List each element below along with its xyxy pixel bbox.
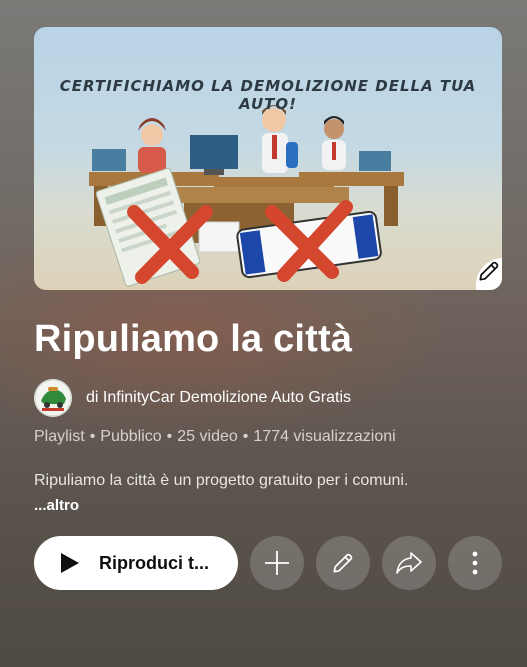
- more-vertical-icon: [472, 551, 478, 575]
- thumbnail-caption: CERTIFICHIAMO LA DEMOLIZIONE DELLA TUA A…: [59, 77, 477, 113]
- pencil-icon: [479, 261, 499, 281]
- playlist-type: Playlist: [34, 428, 85, 445]
- edit-playlist-button[interactable]: [316, 536, 370, 590]
- privacy-status[interactable]: Pubblico: [100, 428, 161, 445]
- share-button[interactable]: [382, 536, 436, 590]
- thumbnail-illustration: [89, 105, 404, 287]
- playlist-meta: Playlist • Pubblico • 25 video • 1774 visualiz…: [34, 428, 396, 446]
- share-icon: [396, 552, 422, 574]
- view-count: 1774 visualizzazioni: [253, 428, 396, 445]
- playlist-title: Ripuliamo la città: [34, 318, 353, 360]
- plus-icon: [265, 551, 289, 575]
- video-count: 25 video: [177, 428, 238, 445]
- playlist-description[interactable]: Ripuliamo la città è un progetto gratuit…: [34, 472, 408, 490]
- owner-prefix: di: [86, 389, 99, 406]
- play-all-button[interactable]: Riproduci t...: [34, 536, 238, 590]
- separator-dot: •: [166, 428, 173, 445]
- owner-name[interactable]: di InfinityCar Demolizione Auto Gratis: [86, 389, 351, 407]
- avatar[interactable]: [34, 379, 72, 417]
- playlist-header: CERTIFICHIAMO LA DEMOLIZIONE DELLA TUA A…: [0, 0, 527, 667]
- more-actions-button[interactable]: [448, 536, 502, 590]
- pencil-icon: [333, 553, 353, 573]
- play-all-label: Riproduci t...: [99, 552, 209, 573]
- edit-thumbnail-button[interactable]: [476, 258, 502, 290]
- show-more-link[interactable]: ...altro: [34, 497, 79, 514]
- separator-dot: •: [89, 428, 96, 445]
- separator-dot: •: [242, 428, 249, 445]
- owner-channel-link[interactable]: InfinityCar Demolizione Auto Gratis: [103, 389, 351, 406]
- add-to-library-button[interactable]: [250, 536, 304, 590]
- playlist-owner[interactable]: di InfinityCar Demolizione Auto Gratis: [34, 379, 351, 417]
- channel-logo-icon: [34, 379, 72, 417]
- playlist-thumbnail[interactable]: CERTIFICHIAMO LA DEMOLIZIONE DELLA TUA A…: [34, 27, 502, 290]
- play-icon: [61, 553, 79, 573]
